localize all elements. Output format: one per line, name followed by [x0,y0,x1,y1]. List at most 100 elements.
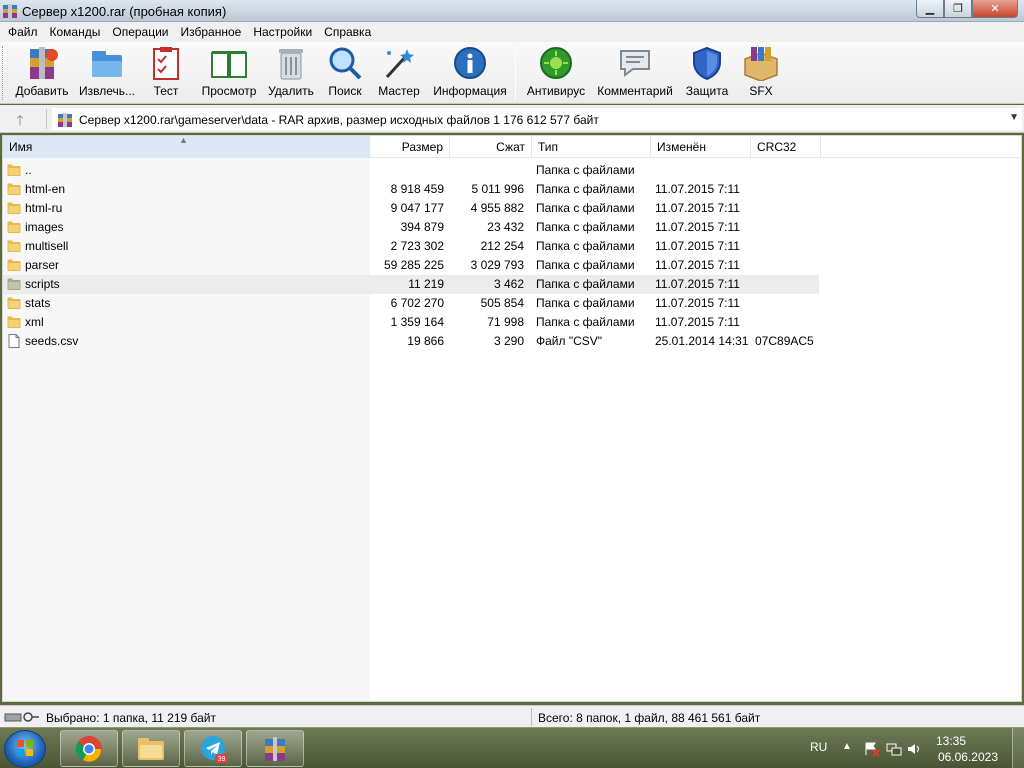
file-modified: 11.07.2015 7:11 [655,220,740,234]
menu-commands[interactable]: Команды [44,25,107,39]
column-type[interactable]: Тип [532,136,651,158]
file-packed: 505 854 [480,296,524,310]
file-size: 11 219 [408,277,444,291]
show-hidden-icons-icon[interactable]: ▲ [842,741,858,757]
file-row[interactable]: scripts 11 219 3 462 Папка с файлами 11.07.2… [3,275,1021,294]
winrar-app-icon[interactable] [2,3,18,19]
menu-file[interactable]: Файл [2,25,44,39]
comment-button[interactable]: Комментарий [594,44,676,102]
file-packed: 3 290 [493,334,524,348]
file-row[interactable]: html-ru 9 047 177 4 955 882 Папка с файлами… [3,199,1021,218]
language-indicator[interactable]: RU [810,740,827,754]
folder-icon [7,240,21,252]
drive-key-icon[interactable] [4,710,40,724]
file-modified: 11.07.2015 7:11 [655,315,740,329]
taskbar-explorer[interactable] [122,730,180,767]
file-row[interactable]: parser 59 285 225 3 029 793 Папка с файлами… [3,256,1021,275]
file-type: Папка с файлами [536,220,635,234]
extract-button[interactable]: Извлечь... [78,44,136,102]
taskbar-chrome[interactable] [60,730,118,767]
protect-button[interactable]: Защита [684,44,730,102]
view-icon [209,44,249,82]
file-row[interactable]: multisell 2 723 302 212 254 Папка с файлами… [3,237,1021,256]
file-type: Папка с файлами [536,163,635,177]
network-icon[interactable] [886,741,902,757]
folder-icon [7,202,21,214]
test-button[interactable]: Тест [146,44,186,102]
file-row[interactable]: stats 6 702 270 505 854 Папка с файлами 11.0… [3,294,1021,313]
start-button[interactable] [4,730,46,768]
file-name: images [25,220,64,234]
winrar-icon [265,736,285,761]
taskbar-telegram[interactable]: 39 [184,730,242,767]
taskbar-winrar[interactable] [246,730,304,767]
toolbar: Добавить Извлечь... Тест Просмотр Удалит… [0,42,1024,104]
system-tray: RU ▲ 13:35 06.06.2023 [794,728,1024,768]
status-bar: Выбрано: 1 папка, 11 219 байт Всего: 8 п… [0,705,1024,727]
file-row[interactable]: seeds.csv 19 866 3 290 Файл "CSV" 25.01.2014… [3,332,1021,351]
column-name[interactable]: Имя ▲ [3,136,370,158]
file-modified [655,161,751,180]
file-row[interactable]: images 394 879 23 432 Папка с файлами 11.07.… [3,218,1021,237]
minimize-button[interactable]: ▁ [916,0,944,18]
file-row[interactable]: xml 1 359 164 71 998 Папка с файлами 11.07.2… [3,313,1021,332]
file-list[interactable]: Имя ▲ Размер Сжат Тип Изменён CRC32 .. Па… [2,135,1022,702]
file-crc [755,161,821,180]
file-row[interactable]: html-en 8 918 459 5 011 996 Папка с файлами… [3,180,1021,199]
file-name: seeds.csv [25,334,79,348]
chevron-down-icon[interactable]: ▼ [1009,112,1019,123]
column-modified[interactable]: Изменён [651,136,751,158]
archive-path: Сервер x1200.rar\gameserver\data - RAR а… [79,113,599,127]
file-size: 59 285 225 [383,258,444,272]
file-crc: 07C89AC5 [755,334,814,348]
file-modified: 11.07.2015 7:11 [655,239,740,253]
file-name: xml [25,315,44,329]
show-desktop-button[interactable] [1012,728,1024,768]
sfx-button[interactable]: SFX [740,44,782,102]
view-button[interactable]: Просмотр [198,44,260,102]
add-button[interactable]: Добавить [12,44,72,102]
clock-date[interactable]: 06.06.2023 [938,750,998,764]
maximize-button[interactable]: ❐ [944,0,972,18]
file-modified: 11.07.2015 7:11 [655,277,740,291]
file-modified: 11.07.2015 7:11 [655,182,740,196]
up-folder-button[interactable]: 🡑 [8,110,32,128]
menu-favorites[interactable]: Избранное [175,25,248,39]
find-button[interactable]: Поиск [324,44,366,102]
antivirus-icon [536,44,576,82]
menu-options[interactable]: Настройки [247,25,318,39]
file-type: Папка с файлами [536,201,635,215]
column-crc32[interactable]: CRC32 [751,136,821,158]
file-size [370,161,444,180]
file-modified: 11.07.2015 7:11 [655,296,740,310]
file-packed [450,161,524,180]
test-icon [146,44,186,82]
menu-help[interactable]: Справка [318,25,377,39]
column-size[interactable]: Размер [370,136,450,158]
file-packed: 5 011 996 [471,182,525,196]
total-status: Всего: 8 папок, 1 файл, 88 461 561 байт [538,711,761,725]
file-crc [755,275,821,294]
file-crc [755,256,821,275]
action-center-icon[interactable] [864,741,880,757]
volume-icon[interactable] [906,741,922,757]
column-packed[interactable]: Сжат [450,136,532,158]
sfx-icon [741,44,781,82]
find-icon [325,44,365,82]
window-title: Сервер x1200.rar (пробная копия) [22,4,227,19]
file-modified: 11.07.2015 7:11 [655,201,740,215]
file-row[interactable]: .. Папка с файлами [3,161,1021,180]
clock-time[interactable]: 13:35 [936,734,966,748]
delete-button[interactable]: Удалить [266,44,316,102]
delete-icon [271,44,311,82]
file-packed: 212 254 [480,239,524,253]
comment-icon [615,44,655,82]
menu-operations[interactable]: Операции [106,25,174,39]
file-name: parser [25,258,60,272]
antivirus-button[interactable]: Антивирус [524,44,588,102]
folder-icon [7,316,21,328]
info-button[interactable]: Информация [432,44,508,102]
close-button[interactable]: ✕ [972,0,1018,18]
path-field[interactable]: Сервер x1200.rar\gameserver\data - RAR а… [52,108,1022,130]
wizard-button[interactable]: Мастер [376,44,422,102]
